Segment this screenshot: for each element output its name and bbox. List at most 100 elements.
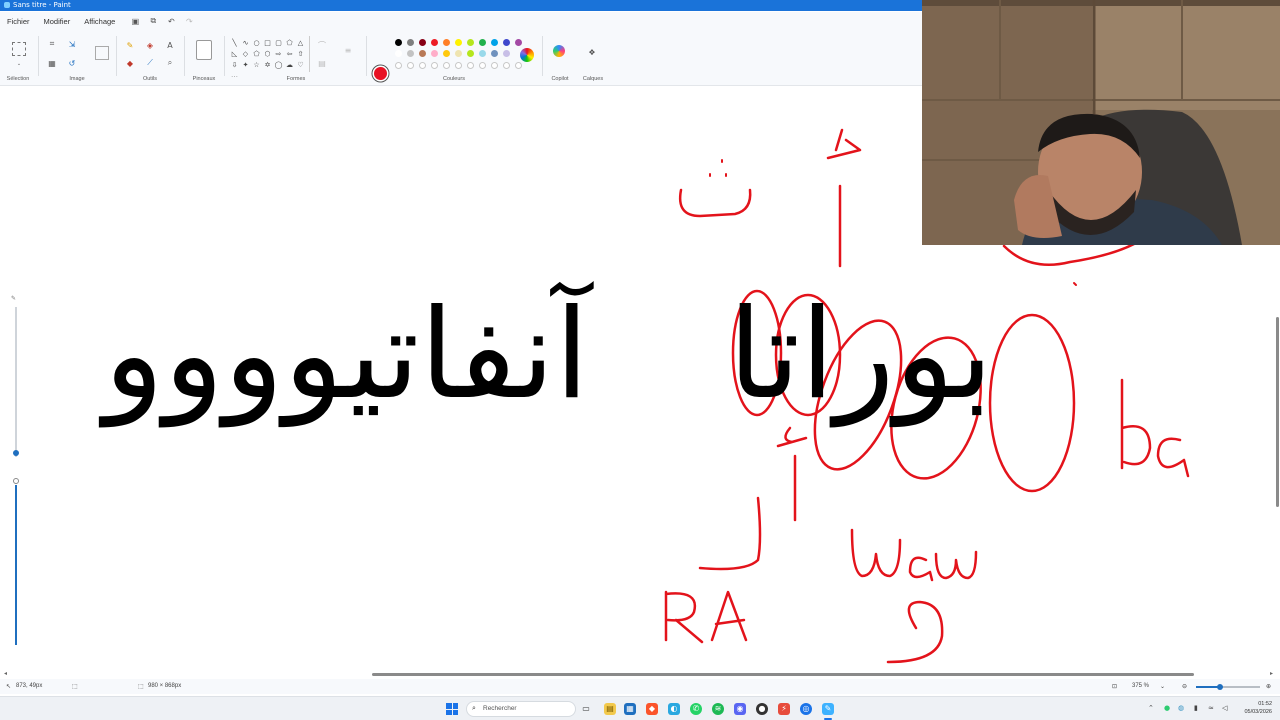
color-swatch[interactable] [455, 50, 462, 57]
color-swatch[interactable] [515, 39, 522, 46]
outline-icon[interactable]: ⌒ [316, 39, 328, 51]
polygon-shape-icon[interactable]: ⬠ [285, 38, 294, 47]
rounded-rect-shape-icon[interactable]: ▢ [274, 38, 283, 47]
image-select-icon[interactable]: ▦ [46, 57, 58, 69]
image-tool-icon[interactable] [95, 46, 109, 60]
edge-icon[interactable]: ◐ [668, 703, 680, 715]
brave-browser-icon[interactable]: ◆ [646, 703, 658, 715]
resize-icon[interactable]: ⇲ [66, 38, 78, 50]
menu-fichier[interactable]: Fichier [0, 17, 37, 26]
selection-icon[interactable] [12, 42, 26, 56]
copilot-icon[interactable] [553, 45, 565, 57]
hexagon-shape-icon[interactable]: ⬡ [263, 49, 272, 58]
color-swatch[interactable] [419, 39, 426, 46]
color-picker-icon[interactable]: ⟋ [144, 57, 156, 69]
color-swatch[interactable] [503, 62, 510, 69]
line-shape-icon[interactable]: ╲ [230, 38, 239, 47]
right-triangle-shape-icon[interactable]: ◺ [230, 49, 239, 58]
layers-icon[interactable]: ❖ [586, 46, 598, 58]
menu-modifier[interactable]: Modifier [37, 17, 78, 26]
crop-icon[interactable]: ⌗ [46, 38, 58, 50]
redo-icon[interactable]: ↷ [184, 16, 194, 26]
left-arrow-shape-icon[interactable]: ⇦ [285, 49, 294, 58]
system-clock[interactable]: 01:52 05/03/2026 [1236, 700, 1272, 716]
brush-size-slider[interactable]: ✎ [10, 295, 22, 647]
magnifier-icon[interactable]: ⌕ [164, 57, 176, 69]
slider-thumb-upper[interactable] [13, 450, 19, 456]
horizontal-scroll-thumb[interactable] [372, 673, 1194, 676]
five-star-shape-icon[interactable]: ☆ [252, 60, 261, 69]
right-arrow-shape-icon[interactable]: ⇨ [274, 49, 283, 58]
app-bolt-icon[interactable]: ⚡ [778, 703, 790, 715]
wifi-icon[interactable]: ≈ [1208, 704, 1214, 712]
cloud-shape-icon[interactable]: ☁ [285, 60, 294, 69]
rotate-icon[interactable]: ↺ [66, 57, 78, 69]
pentagon-shape-icon[interactable]: ⬠ [252, 49, 261, 58]
fill-style-icon[interactable]: ▤ [316, 57, 328, 69]
color-swatch[interactable] [479, 62, 486, 69]
chevron-down-icon[interactable]: ⌄ [13, 58, 25, 70]
color-swatch[interactable] [431, 50, 438, 57]
four-star-shape-icon[interactable]: ✦ [241, 60, 250, 69]
heart-shape-icon[interactable]: ♡ [296, 60, 305, 69]
fill-icon[interactable]: ◈ [144, 39, 156, 51]
color-swatch[interactable] [503, 39, 510, 46]
tray-network-icon[interactable]: ◍ [1178, 704, 1184, 712]
text-icon[interactable]: A [164, 39, 176, 51]
scroll-right-icon[interactable]: ▸ [1270, 670, 1273, 677]
task-view-icon[interactable]: ▭ [580, 703, 592, 715]
color-swatch[interactable] [443, 39, 450, 46]
primary-color[interactable] [374, 67, 387, 80]
color-swatch[interactable] [467, 50, 474, 57]
windows-start-icon[interactable] [446, 703, 458, 715]
up-arrow-shape-icon[interactable]: ⇧ [296, 49, 305, 58]
color-swatch[interactable] [491, 62, 498, 69]
color-swatch[interactable] [467, 39, 474, 46]
color-swatch[interactable] [491, 50, 498, 57]
discord-icon[interactable]: ◉ [734, 703, 746, 715]
color-swatch[interactable] [455, 39, 462, 46]
color-swatch[interactable] [419, 62, 426, 69]
color-swatch[interactable] [419, 50, 426, 57]
horizontal-scrollbar[interactable]: ◂ ▸ [0, 670, 1280, 677]
color-swatch[interactable] [407, 39, 414, 46]
whatsapp-icon[interactable]: ✆ [690, 703, 702, 715]
pencil-icon[interactable]: ✎ [124, 39, 136, 51]
file-explorer-icon[interactable]: ▤ [604, 703, 616, 715]
edit-colors-icon[interactable] [520, 48, 534, 62]
zoom-out-icon[interactable]: ⊖ [1182, 683, 1187, 690]
tray-chevron-icon[interactable]: ⌃ [1148, 704, 1154, 712]
color-swatch[interactable] [395, 50, 402, 57]
oval-shape-icon[interactable]: ○ [252, 38, 261, 47]
scroll-left-icon[interactable]: ◂ [4, 670, 7, 677]
save-icon[interactable]: ▣ [130, 16, 140, 26]
color-swatch[interactable] [407, 50, 414, 57]
zoom-level[interactable]: 375 % [1132, 683, 1149, 689]
color-swatch[interactable] [407, 62, 414, 69]
color-swatch[interactable] [395, 62, 402, 69]
brush-icon[interactable] [196, 40, 212, 60]
zoom-slider-thumb[interactable] [1217, 684, 1223, 690]
tray-app-icon[interactable]: ● [1164, 704, 1170, 712]
six-star-shape-icon[interactable]: ✡ [263, 60, 272, 69]
color-swatch[interactable] [431, 39, 438, 46]
battery-icon[interactable]: ▮ [1194, 704, 1198, 712]
volume-icon[interactable]: ◁ [1222, 704, 1227, 712]
color-swatch[interactable] [467, 62, 474, 69]
size-icon[interactable]: ≡ [342, 44, 354, 56]
chrome-icon[interactable]: ◎ [800, 703, 812, 715]
color-swatch[interactable] [455, 62, 462, 69]
rectangle-shape-icon[interactable]: □ [263, 38, 272, 47]
color-swatch[interactable] [479, 39, 486, 46]
paint-taskbar-icon[interactable]: ✎ [822, 703, 834, 715]
color-swatch[interactable] [443, 50, 450, 57]
menu-affichage[interactable]: Affichage [77, 17, 122, 26]
diamond-shape-icon[interactable]: ◇ [241, 49, 250, 58]
vertical-scroll-thumb[interactable] [1276, 317, 1279, 507]
triangle-shape-icon[interactable]: △ [296, 38, 305, 47]
zoom-slider-track[interactable] [1196, 684, 1260, 690]
store-icon[interactable]: ▦ [624, 703, 636, 715]
color-swatch[interactable] [479, 50, 486, 57]
color-swatch[interactable] [395, 39, 402, 46]
color-swatch[interactable] [503, 50, 510, 57]
